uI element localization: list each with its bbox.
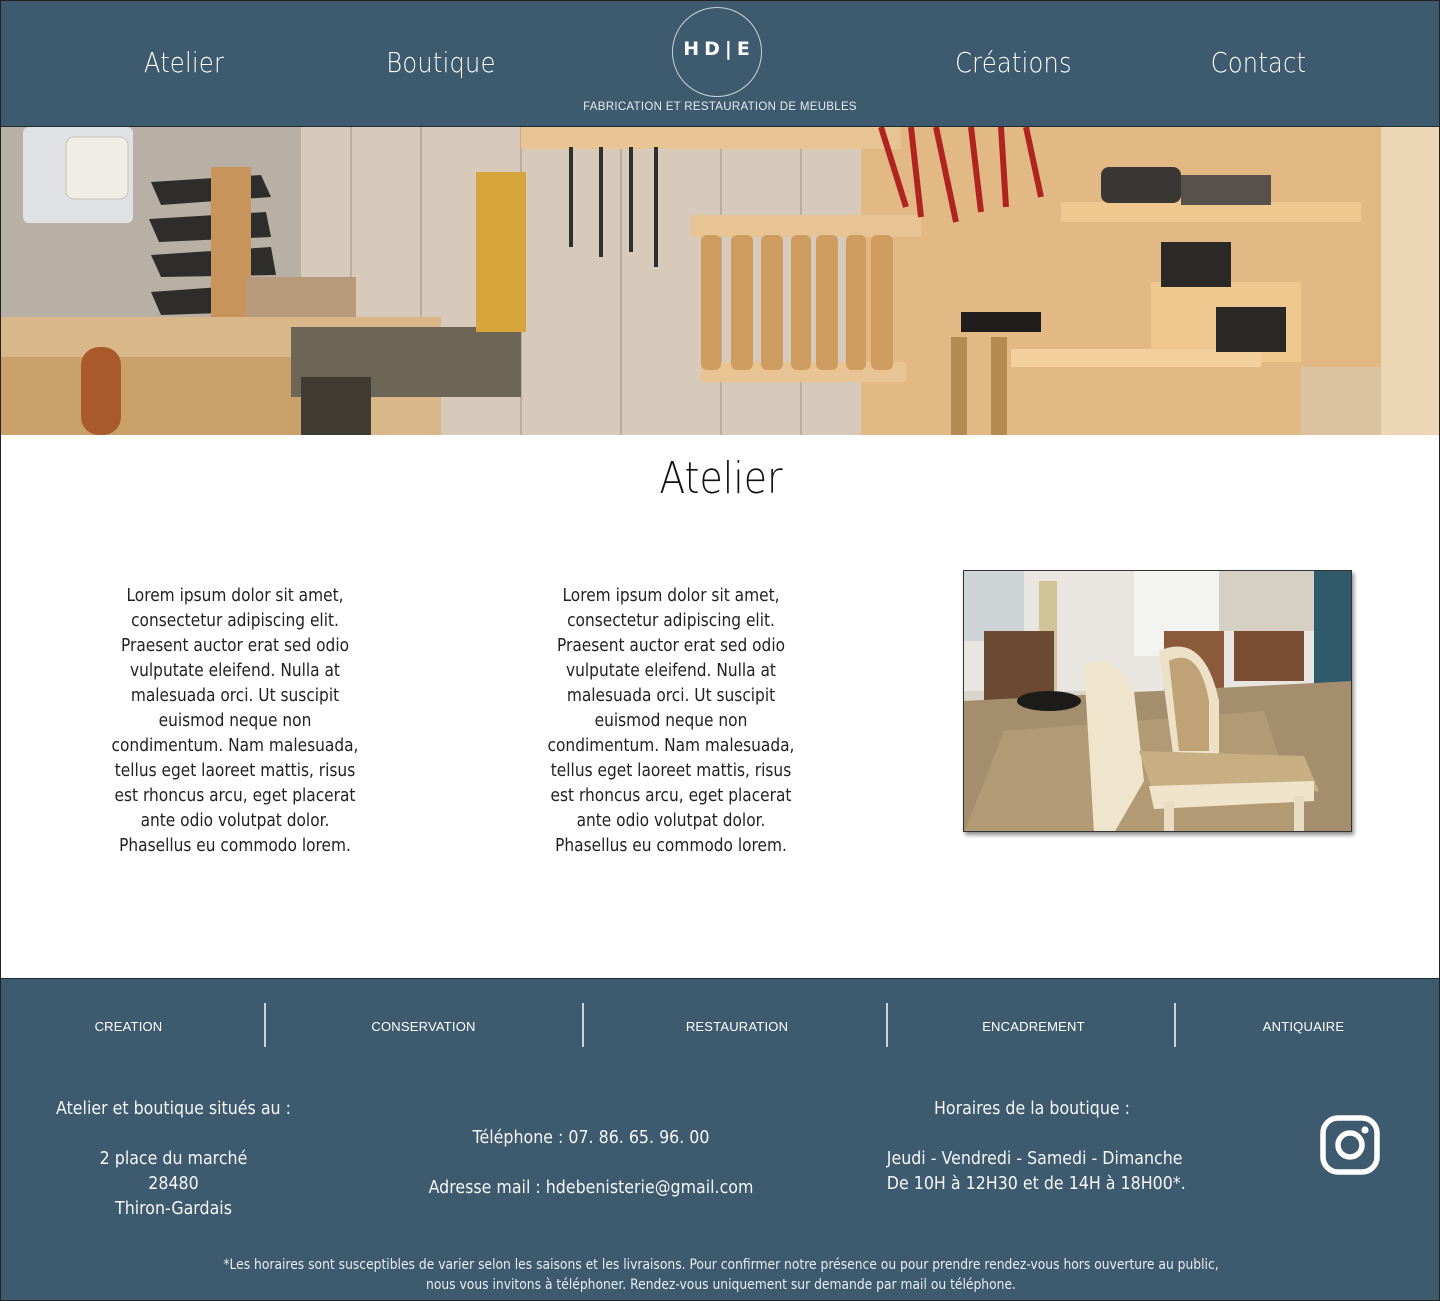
page: Atelier Boutique HD|E FABRICATION ET RES… — [0, 0, 1440, 1301]
service-divider — [1174, 1003, 1176, 1047]
hours-heading: Horaires de la boutique : — [933, 1098, 1130, 1119]
address-heading: Atelier et boutique situés au : — [56, 1098, 291, 1119]
page-title: Atelier — [659, 453, 783, 504]
contact-block: Téléphone : 07. 86. 65. 96. 00 Adresse m… — [424, 1125, 758, 1200]
footnote-line-1: *Les horaires sont susceptibles de varie… — [223, 1257, 1219, 1273]
service-divider — [264, 1003, 266, 1047]
nav-boutique-link[interactable]: Boutique — [368, 41, 514, 85]
hours-footnote: *Les horaires sont susceptibles de varie… — [211, 1255, 1232, 1295]
logo-text: HD|E — [683, 38, 755, 60]
service-divider — [582, 1003, 584, 1047]
site-footer: CREATION CONSERVATION RESTAURATION ENCAD… — [1, 978, 1439, 1300]
footnote-line-2: nous vous invitons à téléphoner. Rendez-… — [426, 1277, 1016, 1293]
service-link-creation[interactable]: CREATION — [51, 1019, 206, 1039]
hours-days: Jeudi - Vendredi - Samedi - Dimanche — [886, 1148, 1183, 1169]
address-postcode: 28480 — [148, 1173, 199, 1194]
instagram-icon[interactable] — [1320, 1115, 1380, 1175]
intro-text-column-2: Lorem ipsum dolor sit amet, consectetur … — [547, 586, 795, 856]
address-street: 2 place du marché — [99, 1148, 248, 1169]
site-logo[interactable]: HD|E — [672, 7, 762, 97]
address-city: Thiron-Gardais — [115, 1198, 232, 1219]
service-link-conservation[interactable]: CONSERVATION — [331, 1019, 516, 1039]
service-link-antiquaire[interactable]: ANTIQUAIRE — [1241, 1019, 1366, 1039]
email-text[interactable]: Adresse mail : hdebenisterie@gmail.com — [424, 1175, 758, 1200]
site-header: Atelier Boutique HD|E FABRICATION ET RES… — [1, 1, 1439, 127]
service-link-restauration[interactable]: RESTAURATION — [651, 1019, 823, 1039]
opening-hours-block: Horaires de la boutique : Jeudi - Vendre… — [886, 1096, 1186, 1196]
site-tagline: FABRICATION ET RESTAURATION DE MEUBLES — [583, 101, 857, 113]
service-link-encadrement[interactable]: ENCADREMENT — [951, 1019, 1116, 1039]
hours-times: De 10H à 12H30 et de 14H à 18H00*. — [886, 1173, 1186, 1194]
service-divider — [886, 1003, 888, 1047]
nav-contact-link[interactable]: Contact — [1188, 41, 1330, 85]
nav-atelier-link[interactable]: Atelier — [111, 41, 257, 85]
phone-text[interactable]: Téléphone : 07. 86. 65. 96. 00 — [424, 1125, 758, 1150]
shop-interior-photo — [963, 570, 1352, 832]
intro-text-column-1: Lorem ipsum dolor sit amet, consectetur … — [111, 586, 359, 856]
address-block: Atelier et boutique situés au : 2 place … — [39, 1096, 307, 1221]
nav-creations-link[interactable]: Créations — [938, 41, 1089, 85]
workshop-banner-image — [1, 127, 1439, 435]
